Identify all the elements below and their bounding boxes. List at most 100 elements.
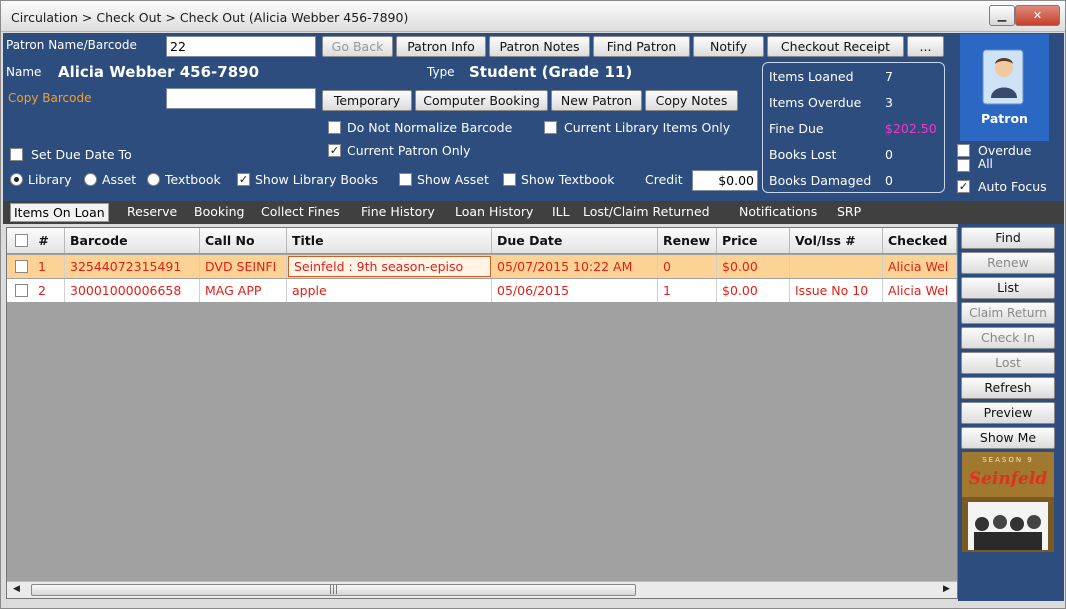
patron-barcode-input[interactable]: 22: [166, 36, 316, 57]
tab-collect-fines[interactable]: Collect Fines: [261, 204, 340, 219]
library-radio[interactable]: [10, 173, 23, 186]
select-all-checkbox[interactable]: [15, 234, 28, 247]
row-select[interactable]: 1: [7, 255, 65, 278]
library-radio-label: Library: [28, 172, 72, 187]
cell-renew: 1: [658, 279, 717, 302]
tab-fine-history[interactable]: Fine History: [361, 204, 435, 219]
new-patron-button[interactable]: New Patron: [551, 90, 642, 111]
tab-lost-claim-returned[interactable]: Lost/Claim Returned: [583, 204, 710, 219]
patron-notes-button[interactable]: Patron Notes: [489, 36, 590, 57]
header-title[interactable]: Title: [287, 228, 492, 253]
copy-barcode-input[interactable]: [166, 88, 316, 109]
tab-notifications[interactable]: Notifications: [739, 204, 817, 219]
horizontal-scrollbar[interactable]: ◀ ||| ▶: [7, 581, 957, 598]
patron-info-button[interactable]: Patron Info: [396, 36, 486, 57]
show-textbook-label: Show Textbook: [521, 172, 615, 187]
cell-price: $0.00: [717, 279, 790, 302]
patron-barcode-label: Patron Name/Barcode: [6, 38, 137, 52]
tab-strip: Items On Loan Reserve Booking Collect Fi…: [3, 201, 1064, 224]
cell-renew: 0: [658, 255, 717, 278]
tab-reserve[interactable]: Reserve: [127, 204, 177, 219]
tab-ill[interactable]: ILL: [552, 204, 570, 219]
check-in-button[interactable]: Check In: [961, 327, 1055, 349]
scroll-right-icon[interactable]: ▶: [943, 584, 950, 594]
patron-photo-button[interactable]: Patron: [960, 34, 1049, 141]
patron-panel-label: Patron: [981, 111, 1028, 126]
textbook-radio[interactable]: [147, 173, 160, 186]
stat-items-loaned: Items Loaned 7: [769, 69, 893, 84]
window-title: Circulation > Check Out > Check Out (Ali…: [11, 10, 409, 25]
preview-button[interactable]: Preview: [961, 402, 1055, 424]
computer-booking-button[interactable]: Computer Booking: [415, 90, 548, 111]
find-patron-button[interactable]: Find Patron: [593, 36, 690, 57]
stat-items-overdue: Items Overdue 3: [769, 95, 893, 110]
row-select[interactable]: 2: [7, 279, 65, 302]
header-renew[interactable]: Renew: [658, 228, 717, 253]
cell-checked: Alicia Wel: [883, 279, 957, 302]
show-me-button[interactable]: Show Me: [961, 427, 1055, 449]
scroll-thumb[interactable]: |||: [31, 584, 636, 596]
loans-grid: # Barcode Call No Title Due Date Renew P…: [6, 227, 958, 599]
scroll-left-icon[interactable]: ◀: [13, 584, 20, 594]
cell-due-date: 05/07/2015 10:22 AM: [492, 255, 658, 278]
item-cover-image: SEASON 9 Seinfeld: [962, 452, 1054, 552]
claim-return-button[interactable]: Claim Return: [961, 302, 1055, 324]
show-textbook-checkbox[interactable]: [503, 173, 516, 186]
tab-items-on-loan[interactable]: Items On Loan: [10, 203, 109, 222]
row-checkbox[interactable]: [15, 260, 28, 273]
cell-call-no: DVD SEINFI: [200, 255, 287, 278]
textbook-radio-label: Textbook: [165, 172, 221, 187]
table-row[interactable]: 2 30001000006658 MAG APP apple 05/06/201…: [7, 279, 957, 302]
header-due-date[interactable]: Due Date: [492, 228, 658, 253]
cell-vol-iss: Issue No 10: [790, 279, 883, 302]
all-checkbox[interactable]: [957, 159, 970, 172]
checkout-receipt-button[interactable]: Checkout Receipt: [767, 36, 904, 57]
notify-button[interactable]: Notify: [693, 36, 764, 57]
header-price[interactable]: Price: [717, 228, 790, 253]
show-library-books-checkbox[interactable]: ✓: [237, 173, 250, 186]
cell-barcode: 30001000006658: [65, 279, 200, 302]
table-row[interactable]: 1 32544072315491 DVD SEINFI Seinfeld : 9…: [7, 255, 957, 278]
overdue-checkbox[interactable]: [957, 144, 970, 157]
stat-books-lost: Books Lost 0: [769, 147, 893, 162]
go-back-button[interactable]: Go Back: [322, 36, 393, 57]
show-library-books-label: Show Library Books: [255, 172, 379, 187]
asset-radio[interactable]: [84, 173, 97, 186]
tab-loan-history[interactable]: Loan History: [455, 204, 533, 219]
overdue-label: Overdue: [978, 143, 1032, 158]
cell-title[interactable]: Seinfeld : 9th season-episo: [288, 256, 491, 277]
header-barcode[interactable]: Barcode: [65, 228, 200, 253]
asset-radio-label: Asset: [102, 172, 137, 187]
auto-focus-checkbox[interactable]: ✓: [957, 180, 970, 193]
patron-panel: Patron Name/Barcode 22 Go Back Patron In…: [3, 33, 1064, 201]
header-vol-iss[interactable]: Vol/Iss #: [790, 228, 883, 253]
header-checked[interactable]: Checked: [883, 228, 957, 253]
find-button[interactable]: Find: [961, 227, 1055, 249]
do-not-normalize-label: Do Not Normalize Barcode: [347, 120, 513, 135]
set-due-date-checkbox[interactable]: [10, 148, 23, 161]
current-library-items-label: Current Library Items Only: [564, 120, 731, 135]
stat-fine-due: Fine Due $202.50: [769, 121, 937, 136]
row-checkbox[interactable]: [15, 284, 28, 297]
lost-button[interactable]: Lost: [961, 352, 1055, 374]
list-button[interactable]: List: [961, 277, 1055, 299]
tab-srp[interactable]: SRP: [837, 204, 861, 219]
do-not-normalize-checkbox[interactable]: [328, 121, 341, 134]
current-patron-only-checkbox[interactable]: ✓: [328, 144, 341, 157]
minimize-icon[interactable]: ▁: [989, 5, 1015, 26]
header-call-no[interactable]: Call No: [200, 228, 287, 253]
copy-barcode-label: Copy Barcode: [8, 91, 92, 105]
copy-notes-button[interactable]: Copy Notes: [645, 90, 738, 111]
refresh-button[interactable]: Refresh: [961, 377, 1055, 399]
more-options-button[interactable]: ...: [907, 36, 944, 57]
row-number: 1: [37, 259, 46, 274]
renew-button[interactable]: Renew: [961, 252, 1055, 274]
close-icon[interactable]: ✕: [1015, 5, 1060, 26]
temporary-button[interactable]: Temporary: [322, 90, 412, 111]
current-library-items-checkbox[interactable]: [544, 121, 557, 134]
tab-booking[interactable]: Booking: [194, 204, 244, 219]
credit-input[interactable]: $0.00: [692, 170, 758, 191]
show-asset-checkbox[interactable]: [399, 173, 412, 186]
show-asset-label: Show Asset: [417, 172, 489, 187]
header-select-all[interactable]: #: [7, 228, 65, 253]
